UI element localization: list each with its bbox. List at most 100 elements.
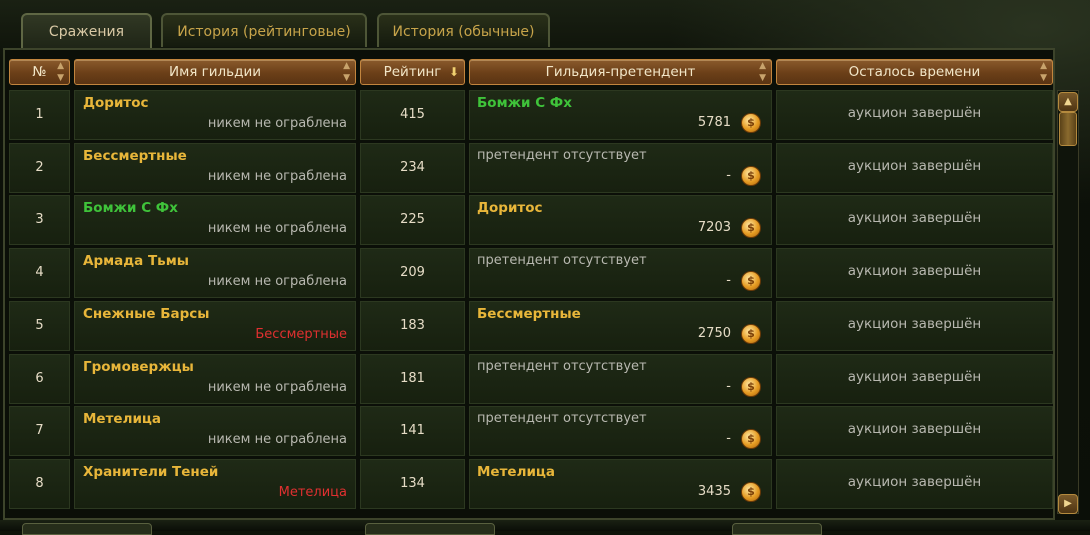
gold-coin-icon: $ <box>741 429 761 449</box>
rating-cell[interactable]: 183 <box>360 301 465 351</box>
tab-history-normal[interactable]: История (обычные) <box>377 13 550 47</box>
gold-coin-icon: $ <box>741 113 761 133</box>
guild-cell[interactable]: Хранители Теней Метелица <box>74 459 356 509</box>
guild-cell[interactable]: Доритос никем не ограблена <box>74 90 356 140</box>
sort-arrows-icon: ▲ ▼ <box>1040 61 1047 83</box>
guild-cell[interactable]: Бессмертные никем не ограблена <box>74 143 356 193</box>
gold-coin-icon: $ <box>741 166 761 186</box>
guild-name[interactable]: Бомжи С Фх <box>83 200 178 216</box>
sort-arrows-icon: ▲ ▼ <box>343 61 350 83</box>
guild-cell[interactable]: Метелица никем не ограблена <box>74 406 356 456</box>
guild-name[interactable]: Бессмертные <box>83 148 187 164</box>
row-number-cell[interactable]: 6 <box>9 354 70 404</box>
scroll-up-button[interactable]: ▲ <box>1058 92 1078 112</box>
bid-amount: - <box>726 431 731 446</box>
bid-amount: - <box>726 379 731 394</box>
column-rating-label: Рейтинг <box>383 64 442 80</box>
contender-cell[interactable]: претендент отсутствует - $ <box>469 354 772 404</box>
scrollbar-track[interactable] <box>1057 90 1079 514</box>
row-number-cell[interactable]: 1 <box>9 90 70 140</box>
time-left-cell[interactable]: аукцион завершён <box>776 90 1053 140</box>
bottom-button-left[interactable] <box>22 523 152 535</box>
contender-name: претендент отсутствует <box>477 148 647 163</box>
row-number-cell[interactable]: 7 <box>9 406 70 456</box>
scroll-down-button[interactable]: ▶ <box>1058 494 1078 514</box>
gold-coin-icon: $ <box>741 271 761 291</box>
time-left-cell[interactable]: аукцион завершён <box>776 459 1053 509</box>
column-header-guild[interactable]: Имя гильдии ▲ ▼ <box>74 59 356 85</box>
guild-name[interactable]: Доритос <box>83 95 149 111</box>
guild-cell[interactable]: Громовержцы никем не ограблена <box>74 354 356 404</box>
sort-desc-icon: ⬇ <box>448 65 459 79</box>
bid-amount: 5781 <box>697 115 731 130</box>
sort-arrows-icon: ▲ ▼ <box>759 61 766 83</box>
time-left-cell[interactable]: аукцион завершён <box>776 301 1053 351</box>
gold-coin-icon: $ <box>741 218 761 238</box>
guild-name[interactable]: Армада Тьмы <box>83 253 189 269</box>
bid-amount: - <box>726 168 731 183</box>
robbed-by-text: никем не ограблена <box>207 380 347 395</box>
row-number-cell[interactable]: 4 <box>9 248 70 298</box>
column-contender-label: Гильдия-претендент <box>545 64 696 80</box>
contender-cell[interactable]: претендент отсутствует - $ <box>469 248 772 298</box>
bottom-button-right[interactable] <box>732 523 822 535</box>
scrollbar-thumb[interactable] <box>1059 112 1077 146</box>
contender-cell[interactable]: Бомжи С Фх 5781 $ <box>469 90 772 140</box>
row-number-cell[interactable]: 5 <box>9 301 70 351</box>
bid-amount: 3435 <box>697 484 731 499</box>
guild-name[interactable]: Метелица <box>83 411 161 427</box>
robbed-by-text: никем не ограблена <box>207 169 347 184</box>
row-number-cell[interactable]: 3 <box>9 195 70 245</box>
column-header-num[interactable]: № ▲ ▼ <box>9 59 70 85</box>
column-guild-label: Имя гильдии <box>168 64 262 80</box>
column-header-time-left[interactable]: Осталось времени ▲ ▼ <box>776 59 1053 85</box>
contender-name[interactable]: Бомжи С Фх <box>477 95 572 111</box>
guild-cell[interactable]: Снежные Барсы Бессмертные <box>74 301 356 351</box>
robbed-by-text: никем не ограблена <box>207 274 347 289</box>
guild-name[interactable]: Громовержцы <box>83 359 194 375</box>
robbed-by-text: никем не ограблена <box>207 432 347 447</box>
contender-cell[interactable]: претендент отсутствует - $ <box>469 143 772 193</box>
tab-history-rated[interactable]: История (рейтинговые) <box>161 13 367 47</box>
rating-cell[interactable]: 141 <box>360 406 465 456</box>
guild-name[interactable]: Хранители Теней <box>83 464 218 480</box>
contender-cell[interactable]: Бессмертные 2750 $ <box>469 301 772 351</box>
guild-cell[interactable]: Бомжи С Фх никем не ограблена <box>74 195 356 245</box>
bottom-strip <box>0 520 1090 531</box>
column-num-label: № <box>32 64 47 80</box>
tab-battles[interactable]: Сражения <box>21 13 152 50</box>
guild-cell[interactable]: Армада Тьмы никем не ограблена <box>74 248 356 298</box>
gold-coin-icon: $ <box>741 377 761 397</box>
bid-amount: - <box>726 273 731 288</box>
contender-cell[interactable]: Доритос 7203 $ <box>469 195 772 245</box>
row-number-cell[interactable]: 2 <box>9 143 70 193</box>
robbed-by-text: Метелица <box>278 485 347 500</box>
bottom-button-middle[interactable] <box>365 523 495 535</box>
robbed-by-text: никем не ограблена <box>207 221 347 236</box>
rating-cell[interactable]: 415 <box>360 90 465 140</box>
column-header-rating[interactable]: Рейтинг ⬇ <box>360 59 465 85</box>
robbed-by-text: Бессмертные <box>255 327 347 342</box>
bid-amount: 2750 <box>697 326 731 341</box>
rating-cell[interactable]: 134 <box>360 459 465 509</box>
sort-arrows-icon: ▲ ▼ <box>57 61 64 83</box>
contender-cell[interactable]: Метелица 3435 $ <box>469 459 772 509</box>
contender-name[interactable]: Бессмертные <box>477 306 581 322</box>
rating-cell[interactable]: 225 <box>360 195 465 245</box>
time-left-cell[interactable]: аукцион завершён <box>776 248 1053 298</box>
row-number-cell[interactable]: 8 <box>9 459 70 509</box>
guild-name[interactable]: Снежные Барсы <box>83 306 210 322</box>
rating-cell[interactable]: 181 <box>360 354 465 404</box>
contender-name[interactable]: Метелица <box>477 464 555 480</box>
contender-cell[interactable]: претендент отсутствует - $ <box>469 406 772 456</box>
rating-cell[interactable]: 209 <box>360 248 465 298</box>
column-header-contender[interactable]: Гильдия-претендент ▲ ▼ <box>469 59 772 85</box>
rating-cell[interactable]: 234 <box>360 143 465 193</box>
contender-name[interactable]: Доритос <box>477 200 543 216</box>
time-left-cell[interactable]: аукцион завершён <box>776 143 1053 193</box>
time-left-cell[interactable]: аукцион завершён <box>776 195 1053 245</box>
time-left-cell[interactable]: аукцион завершён <box>776 354 1053 404</box>
time-left-cell[interactable]: аукцион завершён <box>776 406 1053 456</box>
gold-coin-icon: $ <box>741 482 761 502</box>
contender-name: претендент отсутствует <box>477 359 647 374</box>
